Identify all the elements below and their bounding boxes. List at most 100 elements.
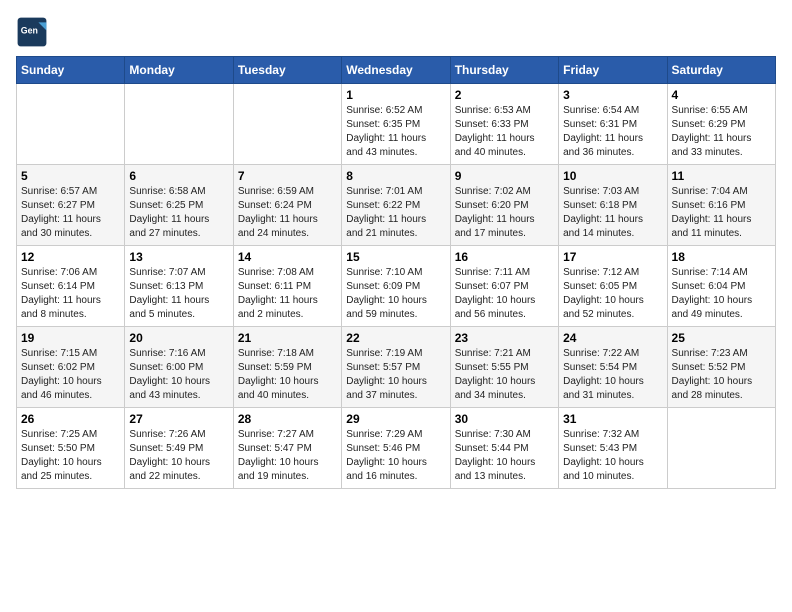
day-number: 29 [346,412,445,426]
day-number: 20 [129,331,228,345]
page-header: Gen [16,16,776,48]
day-number: 7 [238,169,337,183]
day-cell [17,84,125,165]
day-number: 1 [346,88,445,102]
day-info: Sunrise: 7:14 AM Sunset: 6:04 PM Dayligh… [672,266,771,322]
day-number: 12 [21,250,120,264]
day-cell: 6 Sunrise: 6:58 AM Sunset: 6:25 PM Daylig… [125,165,233,246]
day-info: Sunrise: 7:06 AM Sunset: 6:14 PM Dayligh… [21,266,120,322]
day-cell [233,84,341,165]
col-header-wednesday: Wednesday [342,57,450,84]
day-info: Sunrise: 6:53 AM Sunset: 6:33 PM Dayligh… [455,104,554,160]
day-cell: 26 Sunrise: 7:25 AM Sunset: 5:50 PM Dayli… [17,408,125,489]
day-info: Sunrise: 7:22 AM Sunset: 5:54 PM Dayligh… [563,347,662,403]
day-number: 9 [455,169,554,183]
day-cell: 8 Sunrise: 7:01 AM Sunset: 6:22 PM Daylig… [342,165,450,246]
week-row-5: 26 Sunrise: 7:25 AM Sunset: 5:50 PM Dayli… [17,408,776,489]
day-number: 27 [129,412,228,426]
col-header-saturday: Saturday [667,57,775,84]
day-cell: 30 Sunrise: 7:30 AM Sunset: 5:44 PM Dayli… [450,408,558,489]
day-cell: 12 Sunrise: 7:06 AM Sunset: 6:14 PM Dayli… [17,246,125,327]
day-info: Sunrise: 7:25 AM Sunset: 5:50 PM Dayligh… [21,428,120,484]
day-cell: 25Sunrise: 7:23 AM Sunset: 5:52 PM Dayli… [667,327,775,408]
day-info: Sunrise: 7:16 AM Sunset: 6:00 PM Dayligh… [129,347,228,403]
day-cell: 1 Sunrise: 6:52 AM Sunset: 6:35 PM Daylig… [342,84,450,165]
day-number: 17 [563,250,662,264]
day-number: 30 [455,412,554,426]
week-row-2: 5Sunrise: 6:57 AM Sunset: 6:27 PM Daylig… [17,165,776,246]
day-info: Sunrise: 7:04 AM Sunset: 6:16 PM Dayligh… [672,185,771,241]
day-info: Sunrise: 7:30 AM Sunset: 5:44 PM Dayligh… [455,428,554,484]
day-cell: 5Sunrise: 6:57 AM Sunset: 6:27 PM Daylig… [17,165,125,246]
week-row-3: 12 Sunrise: 7:06 AM Sunset: 6:14 PM Dayli… [17,246,776,327]
day-cell: 9Sunrise: 7:02 AM Sunset: 6:20 PM Daylig… [450,165,558,246]
day-number: 19 [21,331,120,345]
day-cell: 27 Sunrise: 7:26 AM Sunset: 5:49 PM Dayli… [125,408,233,489]
day-info: Sunrise: 7:29 AM Sunset: 5:46 PM Dayligh… [346,428,445,484]
day-info: Sunrise: 6:54 AM Sunset: 6:31 PM Dayligh… [563,104,662,160]
day-info: Sunrise: 6:52 AM Sunset: 6:35 PM Dayligh… [346,104,445,160]
day-cell: 7 Sunrise: 6:59 AM Sunset: 6:24 PM Daylig… [233,165,341,246]
day-number: 15 [346,250,445,264]
day-cell: 29 Sunrise: 7:29 AM Sunset: 5:46 PM Dayli… [342,408,450,489]
col-header-monday: Monday [125,57,233,84]
day-info: Sunrise: 7:07 AM Sunset: 6:13 PM Dayligh… [129,266,228,322]
day-cell: 13 Sunrise: 7:07 AM Sunset: 6:13 PM Dayli… [125,246,233,327]
logo-icon: Gen [16,16,48,48]
day-number: 13 [129,250,228,264]
day-number: 23 [455,331,554,345]
day-cell: 17 Sunrise: 7:12 AM Sunset: 6:05 PM Dayli… [559,246,667,327]
day-info: Sunrise: 7:19 AM Sunset: 5:57 PM Dayligh… [346,347,445,403]
day-info: Sunrise: 7:27 AM Sunset: 5:47 PM Dayligh… [238,428,337,484]
col-header-friday: Friday [559,57,667,84]
day-info: Sunrise: 7:15 AM Sunset: 6:02 PM Dayligh… [21,347,120,403]
day-cell: 21Sunrise: 7:18 AM Sunset: 5:59 PM Dayli… [233,327,341,408]
day-info: Sunrise: 6:59 AM Sunset: 6:24 PM Dayligh… [238,185,337,241]
day-cell: 4Sunrise: 6:55 AM Sunset: 6:29 PM Daylig… [667,84,775,165]
day-number: 28 [238,412,337,426]
day-cell: 19 Sunrise: 7:15 AM Sunset: 6:02 PM Dayli… [17,327,125,408]
day-number: 14 [238,250,337,264]
day-cell [667,408,775,489]
col-header-sunday: Sunday [17,57,125,84]
day-cell: 18 Sunrise: 7:14 AM Sunset: 6:04 PM Dayli… [667,246,775,327]
day-info: Sunrise: 7:26 AM Sunset: 5:49 PM Dayligh… [129,428,228,484]
day-cell [125,84,233,165]
day-cell: 20 Sunrise: 7:16 AM Sunset: 6:00 PM Dayli… [125,327,233,408]
day-number: 18 [672,250,771,264]
logo: Gen [16,16,52,48]
day-number: 21 [238,331,337,345]
day-number: 25 [672,331,771,345]
day-number: 3 [563,88,662,102]
day-info: Sunrise: 7:21 AM Sunset: 5:55 PM Dayligh… [455,347,554,403]
day-number: 22 [346,331,445,345]
day-info: Sunrise: 7:12 AM Sunset: 6:05 PM Dayligh… [563,266,662,322]
day-info: Sunrise: 7:01 AM Sunset: 6:22 PM Dayligh… [346,185,445,241]
day-cell: 14Sunrise: 7:08 AM Sunset: 6:11 PM Dayli… [233,246,341,327]
day-number: 8 [346,169,445,183]
day-info: Sunrise: 7:03 AM Sunset: 6:18 PM Dayligh… [563,185,662,241]
day-cell: 31Sunrise: 7:32 AM Sunset: 5:43 PM Dayli… [559,408,667,489]
day-cell: 23 Sunrise: 7:21 AM Sunset: 5:55 PM Dayli… [450,327,558,408]
day-cell: 24 Sunrise: 7:22 AM Sunset: 5:54 PM Dayli… [559,327,667,408]
day-cell: 16Sunrise: 7:11 AM Sunset: 6:07 PM Dayli… [450,246,558,327]
day-number: 6 [129,169,228,183]
day-number: 4 [672,88,771,102]
day-number: 24 [563,331,662,345]
day-info: Sunrise: 6:58 AM Sunset: 6:25 PM Dayligh… [129,185,228,241]
day-info: Sunrise: 7:10 AM Sunset: 6:09 PM Dayligh… [346,266,445,322]
col-header-tuesday: Tuesday [233,57,341,84]
week-row-4: 19 Sunrise: 7:15 AM Sunset: 6:02 PM Dayli… [17,327,776,408]
day-info: Sunrise: 7:32 AM Sunset: 5:43 PM Dayligh… [563,428,662,484]
day-number: 16 [455,250,554,264]
day-number: 26 [21,412,120,426]
day-cell: 22 Sunrise: 7:19 AM Sunset: 5:57 PM Dayli… [342,327,450,408]
calendar-table: SundayMondayTuesdayWednesdayThursdayFrid… [16,56,776,489]
day-number: 10 [563,169,662,183]
day-cell: 2 Sunrise: 6:53 AM Sunset: 6:33 PM Daylig… [450,84,558,165]
week-row-1: 1 Sunrise: 6:52 AM Sunset: 6:35 PM Daylig… [17,84,776,165]
day-cell: 3 Sunrise: 6:54 AM Sunset: 6:31 PM Daylig… [559,84,667,165]
day-number: 2 [455,88,554,102]
day-number: 5 [21,169,120,183]
day-cell: 10 Sunrise: 7:03 AM Sunset: 6:18 PM Dayli… [559,165,667,246]
